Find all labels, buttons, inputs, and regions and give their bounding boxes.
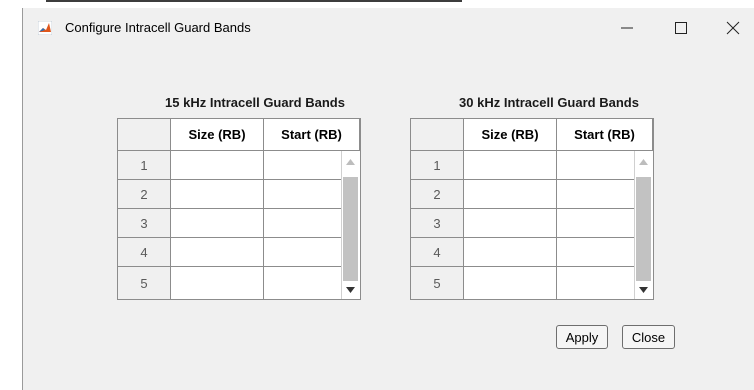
vertical-scrollbar[interactable] xyxy=(341,151,360,299)
row-index: 3 xyxy=(118,209,171,238)
size-cell[interactable] xyxy=(464,209,557,238)
header-size-cell[interactable]: Size (RB) xyxy=(464,119,557,151)
vertical-scrollbar[interactable] xyxy=(634,151,653,299)
row-index: 4 xyxy=(118,238,171,267)
scrollbar-thumb[interactable] xyxy=(343,177,358,281)
close-button[interactable]: Close xyxy=(622,325,675,349)
table-30khz: Size (RB) Start (RB) 1 2 3 4 5 xyxy=(410,118,654,300)
header-index-cell xyxy=(411,119,464,151)
table-15khz: Size (RB) Start (RB) 1 2 3 4 5 xyxy=(117,118,361,300)
row-index: 3 xyxy=(411,209,464,238)
size-cell[interactable] xyxy=(464,238,557,267)
minimize-icon xyxy=(621,27,633,29)
scroll-down-arrow-icon[interactable] xyxy=(639,287,648,293)
header-start-cell[interactable]: Start (RB) xyxy=(264,119,360,151)
header-size-cell[interactable]: Size (RB) xyxy=(171,119,264,151)
size-cell[interactable] xyxy=(464,267,557,299)
scrollbar-thumb[interactable] xyxy=(636,177,651,281)
row-index: 5 xyxy=(118,267,171,299)
row-index: 4 xyxy=(411,238,464,267)
matlab-icon xyxy=(38,21,52,35)
size-cell[interactable] xyxy=(171,209,264,238)
maximize-button[interactable] xyxy=(661,14,701,42)
table-15khz-title: 15 kHz Intracell Guard Bands xyxy=(165,95,345,110)
row-index: 1 xyxy=(411,151,464,180)
size-cell[interactable] xyxy=(171,151,264,180)
background-window-edge xyxy=(46,0,462,2)
window-title: Configure Intracell Guard Bands xyxy=(65,20,251,35)
row-index: 1 xyxy=(118,151,171,180)
maximize-icon xyxy=(675,22,687,34)
scroll-down-arrow-icon[interactable] xyxy=(346,287,355,293)
row-index: 2 xyxy=(118,180,171,209)
scroll-up-arrow-icon[interactable] xyxy=(639,159,648,165)
row-index: 2 xyxy=(411,180,464,209)
header-index-cell xyxy=(118,119,171,151)
table-30khz-title: 30 kHz Intracell Guard Bands xyxy=(459,95,639,110)
size-cell[interactable] xyxy=(171,238,264,267)
title-bar[interactable]: Configure Intracell Guard Bands xyxy=(23,8,754,48)
dialog-window: Configure Intracell Guard Bands 15 kHz I… xyxy=(22,8,754,390)
header-start-cell[interactable]: Start (RB) xyxy=(557,119,653,151)
size-cell[interactable] xyxy=(464,180,557,209)
row-index: 5 xyxy=(411,267,464,299)
apply-button[interactable]: Apply xyxy=(556,325,608,349)
size-cell[interactable] xyxy=(171,267,264,299)
close-icon xyxy=(726,21,740,35)
size-cell[interactable] xyxy=(464,151,557,180)
size-cell[interactable] xyxy=(171,180,264,209)
minimize-button[interactable] xyxy=(607,14,647,42)
close-window-button[interactable] xyxy=(713,14,753,42)
scroll-up-arrow-icon[interactable] xyxy=(346,159,355,165)
